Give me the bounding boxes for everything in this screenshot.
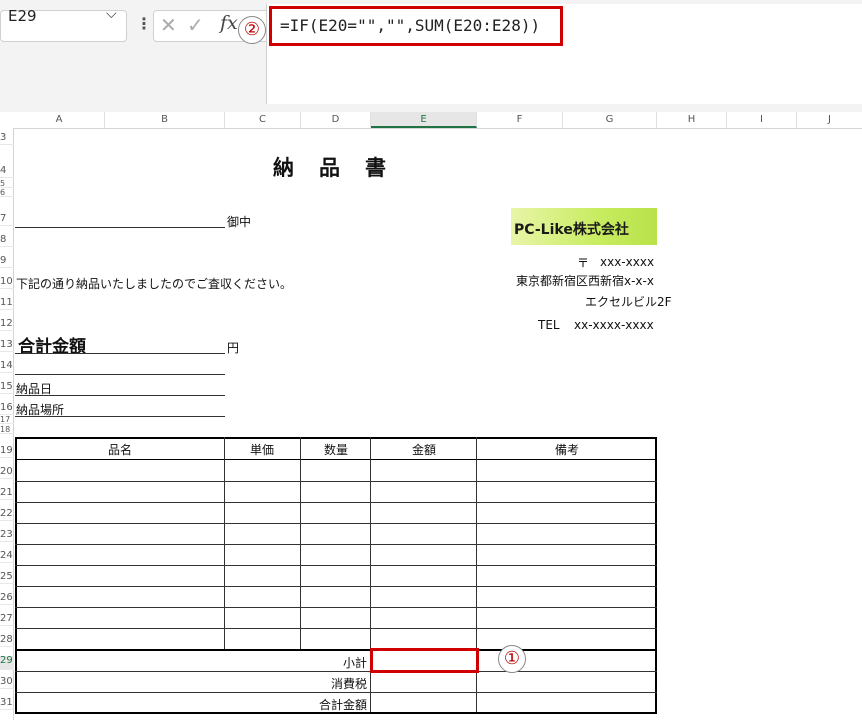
recipient-suffix: 御中 xyxy=(227,215,252,229)
postal-mark: 〒 xyxy=(577,256,590,270)
callout-2: ② xyxy=(238,16,266,44)
tax-label: 消費税 xyxy=(331,677,368,691)
summary-row xyxy=(15,692,657,693)
row-header[interactable]: 31 xyxy=(0,698,14,710)
table-row xyxy=(15,481,657,482)
table-row xyxy=(15,586,657,587)
column-header-f[interactable]: F xyxy=(477,112,563,128)
row-header[interactable]: 13 xyxy=(0,340,14,352)
row-header-selected[interactable]: 29 xyxy=(0,656,14,670)
table-row xyxy=(15,523,657,524)
recipient-underline xyxy=(15,227,225,228)
row-header[interactable]: 21 xyxy=(0,488,14,500)
header-unit-price: 単価 xyxy=(250,443,275,457)
company-logo-text: PC-Like株式会社 xyxy=(514,222,629,238)
column-header-g[interactable]: G xyxy=(563,112,657,128)
row-header[interactable]: 11 xyxy=(0,298,14,310)
callout-1: ① xyxy=(498,645,526,673)
table-row xyxy=(15,628,657,629)
row-header[interactable]: 19 xyxy=(0,446,14,458)
row-header[interactable]: 26 xyxy=(0,593,14,605)
row-header[interactable]: 7 xyxy=(0,214,14,226)
header-item-name: 品名 xyxy=(108,443,133,457)
row-header[interactable]: 14 xyxy=(0,361,14,373)
subtotal-label: 小計 xyxy=(343,656,368,670)
select-all-corner[interactable] xyxy=(0,112,14,128)
column-header-d[interactable]: D xyxy=(301,112,371,128)
row-header[interactable]: 16 xyxy=(0,403,14,415)
column-header-c[interactable]: C xyxy=(225,112,301,128)
name-box-value: E29 xyxy=(8,7,37,25)
selected-cell-highlight-box xyxy=(370,648,479,673)
row-header[interactable]: 9 xyxy=(0,256,14,268)
summary-row xyxy=(15,671,657,672)
address-line-2: エクセルビル2F xyxy=(585,295,672,309)
grand-total-label: 合計金額 xyxy=(319,698,368,712)
column-header-e[interactable]: E xyxy=(371,112,477,128)
yen-unit: 円 xyxy=(227,341,240,355)
row-header[interactable]: 28 xyxy=(0,635,14,647)
row-header[interactable]: 23 xyxy=(0,530,14,542)
row-header[interactable]: 24 xyxy=(0,551,14,563)
column-header-j[interactable]: J xyxy=(797,112,862,128)
row-header[interactable]: 20 xyxy=(0,467,14,479)
table-row xyxy=(15,502,657,503)
row-header[interactable]: 30 xyxy=(0,677,14,689)
column-header-i[interactable]: I xyxy=(727,112,797,128)
table-row xyxy=(15,607,657,608)
row-header[interactable]: 22 xyxy=(0,509,14,521)
address-line-1: 東京都新宿区西新宿x-x-x xyxy=(516,274,654,288)
cancel-icon[interactable]: ✕ xyxy=(160,13,177,37)
postal-code: xxx-xxxx xyxy=(600,255,655,269)
delivery-date-underline xyxy=(15,395,225,396)
total-amount-underline xyxy=(15,353,225,354)
blank-underline xyxy=(15,374,225,375)
column-divider xyxy=(300,437,301,649)
row-header[interactable]: 6 xyxy=(0,189,14,197)
row-header[interactable]: 3 xyxy=(0,133,14,145)
document-title: 納 品 書 xyxy=(273,156,388,180)
row-header[interactable]: 8 xyxy=(0,235,14,247)
enter-icon[interactable]: ✓ xyxy=(187,13,204,37)
more-options-icon[interactable]: ⋮ xyxy=(136,14,152,33)
column-header-b[interactable]: B xyxy=(105,112,225,128)
table-body xyxy=(15,460,657,650)
column-header-a[interactable]: A xyxy=(14,112,105,128)
row-header[interactable]: 5 xyxy=(0,180,14,188)
row-header[interactable]: 15 xyxy=(0,382,14,394)
header-remarks: 備考 xyxy=(555,443,580,457)
row-header[interactable]: 4 xyxy=(0,166,14,178)
intro-text: 下記の通り納品いたしましたのでご査収ください。 xyxy=(16,277,293,291)
table-row xyxy=(15,544,657,545)
row-header[interactable]: 27 xyxy=(0,614,14,626)
column-divider xyxy=(224,437,225,649)
row-header[interactable]: 12 xyxy=(0,319,14,331)
insert-function-icon[interactable]: fx xyxy=(220,12,238,34)
formula-highlight-box xyxy=(269,6,563,46)
chevron-down-icon[interactable]: ⌵ xyxy=(106,6,117,22)
tel-label: TEL xyxy=(538,318,560,332)
row-header[interactable]: 10 xyxy=(0,277,14,289)
column-header-h[interactable]: H xyxy=(657,112,727,128)
row-header[interactable]: 18 xyxy=(0,426,14,434)
delivery-place-underline xyxy=(15,416,225,417)
row-header[interactable]: 25 xyxy=(0,572,14,584)
row-header[interactable]: 17 xyxy=(0,416,14,424)
tel-number: xx-xxxx-xxxx xyxy=(574,318,654,332)
header-quantity: 数量 xyxy=(324,443,349,457)
header-amount: 金額 xyxy=(412,443,437,457)
table-row xyxy=(15,565,657,566)
